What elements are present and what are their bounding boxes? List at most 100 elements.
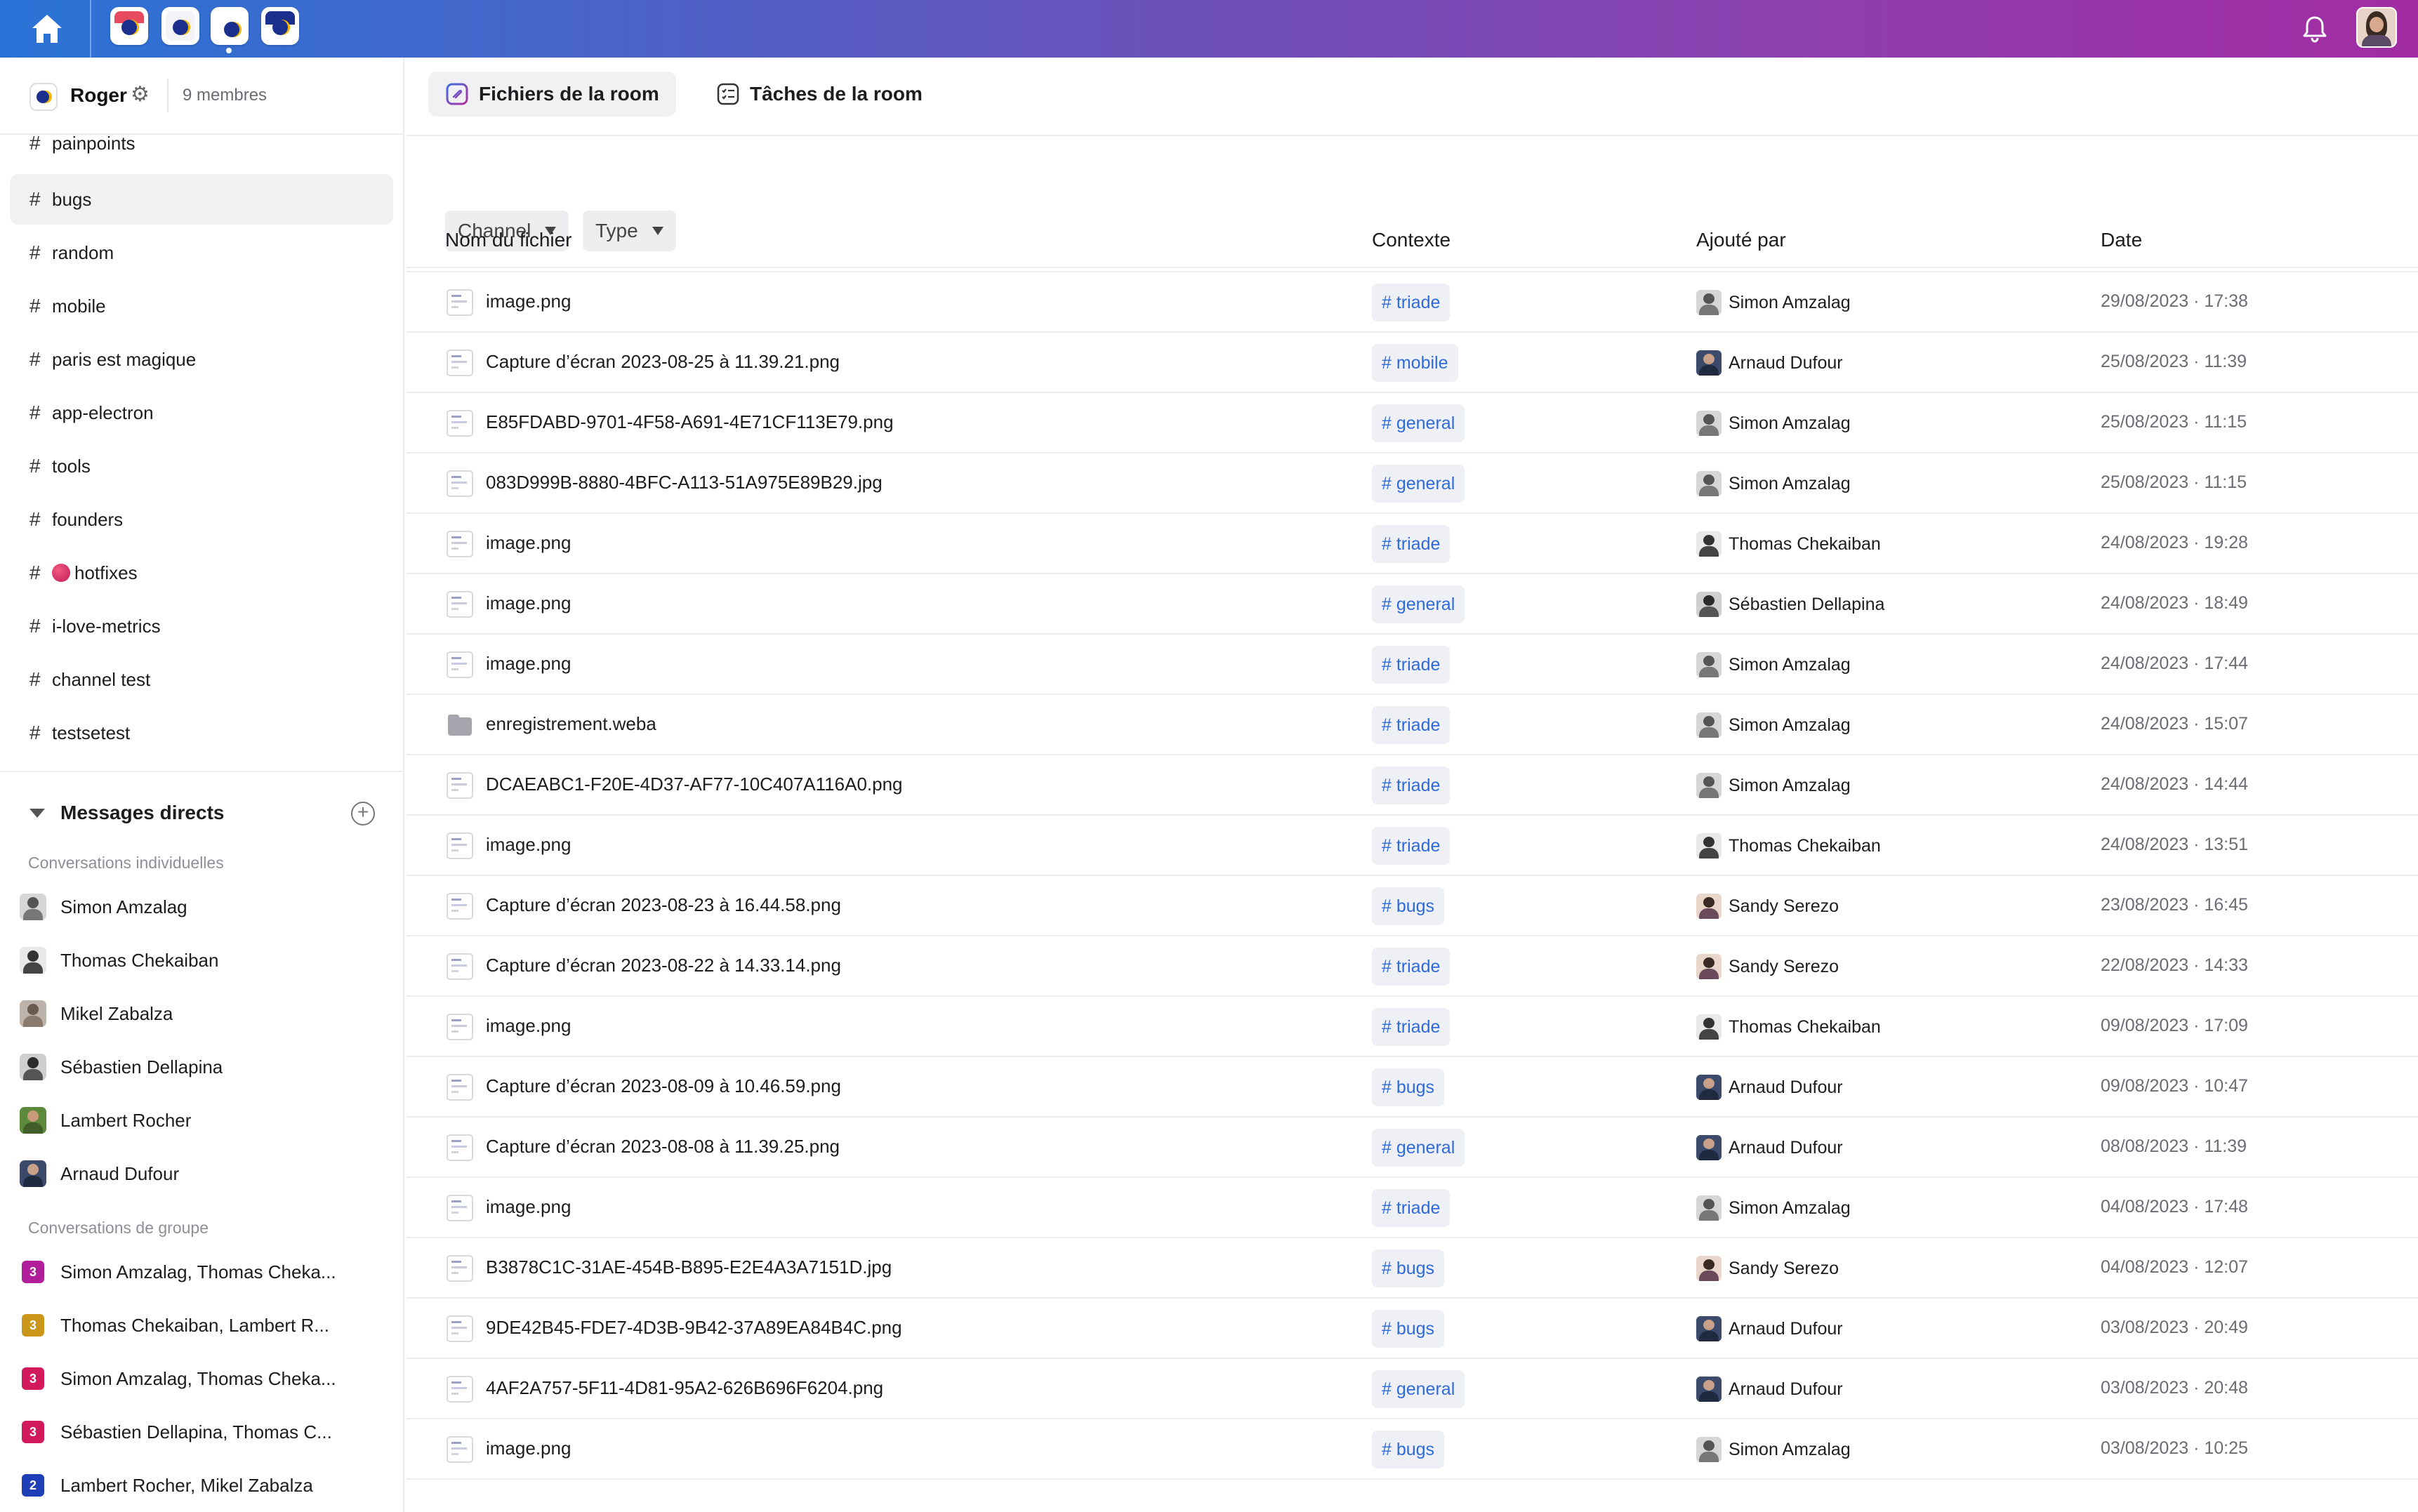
file-name[interactable]: 9DE42B45-FDE7-4D3B-9B42-37A89EA84B4C.png bbox=[486, 1317, 902, 1339]
context-channel-tag[interactable]: # bugs bbox=[1372, 1249, 1445, 1287]
file-name[interactable]: Capture d’écran 2023-08-09 à 10.46.59.pn… bbox=[486, 1075, 841, 1097]
context-channel-tag[interactable]: # triade bbox=[1372, 1189, 1451, 1227]
workspace-2-button[interactable] bbox=[161, 7, 199, 45]
group-dm-item[interactable]: 3 Simon Amzalag, Thomas Cheka... bbox=[20, 1249, 385, 1294]
dm-item-thomas-chekaiban[interactable]: Thomas Chekaiban bbox=[20, 938, 385, 983]
file-name[interactable]: Capture d’écran 2023-08-25 à 11.39.21.pn… bbox=[486, 351, 840, 373]
home-button[interactable] bbox=[25, 7, 69, 51]
context-channel-tag[interactable]: # general bbox=[1372, 465, 1465, 503]
sidebar-channel-tools[interactable]: # tools bbox=[10, 441, 393, 491]
table-row[interactable]: 4AF2A757-5F11-4D81-95A2-626B696F6204.png… bbox=[406, 1359, 2418, 1419]
column-header-added-by[interactable]: Ajouté par bbox=[1696, 229, 1786, 251]
file-name[interactable]: image.png bbox=[486, 653, 571, 675]
table-row[interactable]: 083D999B-8880-4BFC-A113-51A975E89B29.jpg… bbox=[406, 453, 2418, 514]
workspace-1-button[interactable] bbox=[110, 7, 148, 45]
context-channel-tag[interactable]: # mobile bbox=[1372, 344, 1458, 382]
context-channel-tag[interactable]: # general bbox=[1372, 1370, 1465, 1408]
table-row[interactable]: image.png # bugs Simon Amzalag 03/08/202… bbox=[406, 1419, 2418, 1480]
sidebar-channel-mobile[interactable]: # mobile bbox=[10, 281, 393, 331]
tab-room-files[interactable]: Fichiers de la room bbox=[428, 72, 676, 117]
group-dm-item[interactable]: 3 Thomas Chekaiban, Lambert R... bbox=[20, 1303, 385, 1348]
table-row[interactable]: image.png # triade Simon Amzalag 04/08/2… bbox=[406, 1178, 2418, 1238]
context-channel-tag[interactable]: # triade bbox=[1372, 706, 1451, 744]
file-name[interactable]: Capture d’écran 2023-08-08 à 11.39.25.pn… bbox=[486, 1136, 840, 1158]
file-name[interactable]: Capture d’écran 2023-08-23 à 16.44.58.pn… bbox=[486, 894, 841, 916]
table-row[interactable]: image.png # triade Thomas Chekaiban 24/0… bbox=[406, 816, 2418, 876]
table-row[interactable]: B3878C1C-31AE-454B-B895-E2E4A3A7151D.jpg… bbox=[406, 1238, 2418, 1299]
context-channel-tag[interactable]: # triade bbox=[1372, 284, 1451, 321]
table-row[interactable]: image.png # triade Thomas Chekaiban 09/0… bbox=[406, 997, 2418, 1057]
dm-item-simon-amzalag[interactable]: Simon Amzalag bbox=[20, 884, 385, 929]
file-name[interactable]: enregistrement.weba bbox=[486, 713, 656, 735]
caret-down-icon[interactable] bbox=[29, 809, 45, 818]
context-channel-tag[interactable]: # general bbox=[1372, 1129, 1465, 1167]
column-header-context[interactable]: Contexte bbox=[1372, 229, 1451, 251]
sidebar-channel-hotfixes[interactable]: # hotfixes bbox=[10, 548, 393, 598]
column-header-file-name[interactable]: Nom du fichier bbox=[445, 229, 572, 251]
context-channel-tag[interactable]: # bugs bbox=[1372, 1431, 1445, 1468]
file-name[interactable]: 4AF2A757-5F11-4D81-95A2-626B696F6204.png bbox=[486, 1377, 883, 1399]
gear-icon[interactable]: ⚙ bbox=[131, 84, 150, 105]
file-name[interactable]: 083D999B-8880-4BFC-A113-51A975E89B29.jpg bbox=[486, 472, 883, 493]
file-name[interactable]: image.png bbox=[486, 834, 571, 856]
context-channel-tag[interactable]: # bugs bbox=[1372, 1310, 1445, 1348]
context-channel-tag[interactable]: # triade bbox=[1372, 767, 1451, 804]
table-row[interactable]: image.png # triade Simon Amzalag 29/08/2… bbox=[406, 272, 2418, 333]
table-row[interactable]: image.png # general Sébastien Dellapina … bbox=[406, 574, 2418, 635]
context-channel-tag[interactable]: # bugs bbox=[1372, 1068, 1445, 1106]
table-row[interactable]: DCAEABC1-F20E-4D37-AF77-10C407A116A0.png… bbox=[406, 755, 2418, 816]
file-name[interactable]: DCAEABC1-F20E-4D37-AF77-10C407A116A0.png bbox=[486, 774, 903, 795]
notifications-button[interactable] bbox=[2297, 11, 2332, 46]
dm-item-sebastien-dellapina[interactable]: Sébastien Dellapina bbox=[20, 1045, 385, 1089]
table-row[interactable]: image.png # triade Thomas Chekaiban 24/0… bbox=[406, 514, 2418, 574]
sidebar-channel-founders[interactable]: # founders bbox=[10, 494, 393, 545]
table-row[interactable]: Capture d’écran 2023-08-25 à 11.39.21.pn… bbox=[406, 333, 2418, 393]
sidebar-channel-i-love-metrics[interactable]: # i-love-metrics bbox=[10, 601, 393, 651]
tab-room-tasks[interactable]: Tâches de la room bbox=[699, 72, 939, 117]
context-channel-tag[interactable]: # general bbox=[1372, 404, 1465, 442]
file-name[interactable]: image.png bbox=[486, 1015, 571, 1037]
context-channel-tag[interactable]: # general bbox=[1372, 585, 1465, 623]
sidebar-channel-random[interactable]: # random bbox=[10, 227, 393, 278]
sidebar-channel-paris-est-magique[interactable]: # paris est magique bbox=[10, 334, 393, 385]
context-channel-tag[interactable]: # bugs bbox=[1372, 887, 1445, 925]
table-row[interactable]: image.png # triade Simon Amzalag 24/08/2… bbox=[406, 635, 2418, 695]
table-row[interactable]: Capture d’écran 2023-08-22 à 14.33.14.pn… bbox=[406, 936, 2418, 997]
table-row[interactable]: E85FDABD-9701-4F58-A691-4E71CF113E79.png… bbox=[406, 393, 2418, 453]
add-conversation-button[interactable]: + bbox=[351, 802, 375, 825]
table-row[interactable]: Capture d’écran 2023-08-08 à 11.39.25.pn… bbox=[406, 1118, 2418, 1178]
sidebar-channel-app-electron[interactable]: # app-electron bbox=[10, 387, 393, 438]
context-channel-tag[interactable]: # triade bbox=[1372, 827, 1451, 865]
sidebar-channel-testsetest[interactable]: # testsetest bbox=[10, 708, 393, 758]
sidebar-channel-channel-test[interactable]: # channel test bbox=[10, 654, 393, 705]
file-name[interactable]: image.png bbox=[486, 592, 571, 614]
sidebar-channel-bugs[interactable]: # bugs bbox=[10, 174, 393, 225]
context-channel-tag[interactable]: # triade bbox=[1372, 1008, 1451, 1046]
dm-item-lambert-rocher[interactable]: Lambert Rocher bbox=[20, 1098, 385, 1143]
column-header-date[interactable]: Date bbox=[2101, 229, 2142, 251]
file-name[interactable]: image.png bbox=[486, 291, 571, 312]
file-name[interactable]: image.png bbox=[486, 1438, 571, 1459]
table-row[interactable]: 9DE42B45-FDE7-4D3B-9B42-37A89EA84B4C.png… bbox=[406, 1299, 2418, 1359]
table-row[interactable]: enregistrement.weba # triade Simon Amzal… bbox=[406, 695, 2418, 755]
file-name[interactable]: image.png bbox=[486, 532, 571, 554]
group-dm-item[interactable]: 3 Simon Amzalag, Thomas Cheka... bbox=[20, 1356, 385, 1401]
context-channel-tag[interactable]: # triade bbox=[1372, 646, 1451, 684]
sidebar-channel-painpoints[interactable]: # painpoints bbox=[10, 125, 393, 161]
room-members-count[interactable]: 9 membres bbox=[183, 86, 267, 105]
room-name[interactable]: Roger bbox=[70, 84, 127, 107]
table-row[interactable]: Capture d’écran 2023-08-09 à 10.46.59.pn… bbox=[406, 1057, 2418, 1118]
direct-messages-title[interactable]: Messages directs bbox=[60, 802, 224, 824]
workspace-4-button[interactable] bbox=[261, 7, 299, 45]
file-name[interactable]: E85FDABD-9701-4F58-A691-4E71CF113E79.png bbox=[486, 411, 894, 433]
file-name[interactable]: image.png bbox=[486, 1196, 571, 1218]
context-channel-tag[interactable]: # triade bbox=[1372, 525, 1451, 563]
file-name[interactable]: B3878C1C-31AE-454B-B895-E2E4A3A7151D.jpg bbox=[486, 1256, 892, 1278]
table-row[interactable]: Capture d’écran 2023-08-23 à 16.44.58.pn… bbox=[406, 876, 2418, 936]
type-filter-dropdown[interactable]: Type bbox=[583, 211, 676, 251]
group-dm-item[interactable]: 3 Sébastien Dellapina, Thomas C... bbox=[20, 1410, 385, 1454]
dm-item-arnaud-dufour[interactable]: Arnaud Dufour bbox=[20, 1151, 385, 1196]
dm-item-mikel-zabalza[interactable]: Mikel Zabalza bbox=[20, 991, 385, 1036]
context-channel-tag[interactable]: # triade bbox=[1372, 948, 1451, 986]
current-user-avatar[interactable] bbox=[2356, 7, 2397, 48]
